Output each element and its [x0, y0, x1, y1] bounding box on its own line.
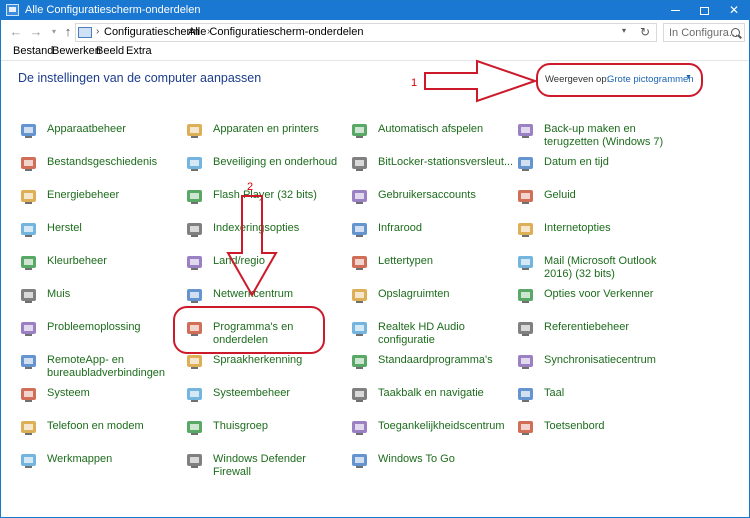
annotation-arrow-down [226, 195, 278, 298]
annotation-arrows [226, 59, 539, 298]
control-panel-window: Alle Configuratiescherm-onderdelen ✕ ← →… [0, 0, 750, 518]
annotation-arrow-right [424, 59, 539, 103]
